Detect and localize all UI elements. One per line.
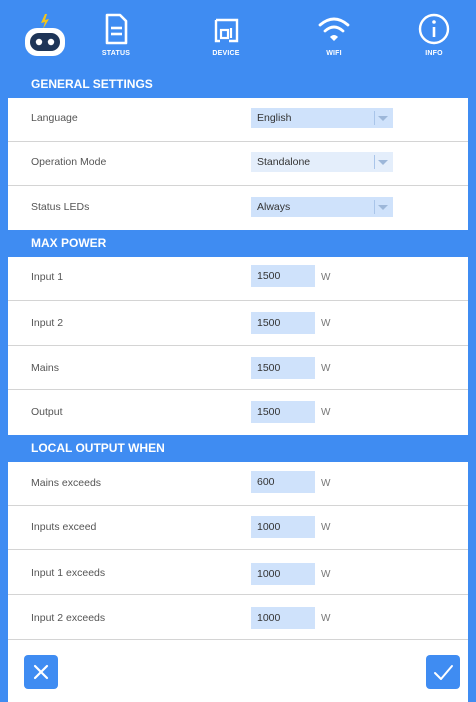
operation-mode-select-value: Standalone bbox=[257, 156, 311, 168]
device-icon bbox=[214, 18, 239, 43]
threshold-row-inputs-exceed: Inputs exceed W bbox=[8, 506, 468, 550]
mains-exceeds-field[interactable] bbox=[251, 471, 315, 493]
watt-unit: W bbox=[321, 363, 331, 374]
cancel-button[interactable] bbox=[24, 655, 58, 689]
watt-unit: W bbox=[321, 478, 331, 489]
nav-tab-wifi-label: WIFI bbox=[326, 50, 342, 57]
power-row-mains: Mains W bbox=[8, 346, 468, 390]
mains-exceeds-label: Mains exceeds bbox=[31, 477, 102, 489]
dropdown-arrow-icon bbox=[378, 160, 388, 165]
status-leds-label: Status LEDs bbox=[31, 201, 90, 213]
setting-row-operation-mode: Operation Mode Standalone bbox=[8, 142, 468, 186]
watt-unit: W bbox=[321, 569, 331, 580]
mains-label: Mains bbox=[31, 362, 60, 374]
section-header-local-output-when: LOCAL OUTPUT WHEN bbox=[8, 435, 468, 462]
select-divider bbox=[374, 155, 375, 169]
inputs-exceed-field[interactable] bbox=[251, 516, 315, 538]
section-header-general-settings: GENERAL SETTINGS bbox=[8, 71, 468, 98]
input2-label: Input 2 bbox=[31, 317, 64, 329]
output-max-power-field[interactable] bbox=[251, 401, 315, 423]
status-leds-select[interactable]: Always bbox=[251, 197, 393, 217]
dropdown-arrow-icon bbox=[378, 205, 388, 210]
inputs-exceed-label: Inputs exceed bbox=[31, 521, 97, 533]
document-icon bbox=[105, 13, 128, 45]
threshold-row-mains-exceeds: Mains exceeds W bbox=[8, 462, 468, 506]
info-icon bbox=[418, 13, 450, 45]
input2-max-power-field[interactable] bbox=[251, 312, 315, 334]
watt-unit: W bbox=[321, 318, 331, 329]
wifi-icon bbox=[318, 17, 350, 41]
output-label: Output bbox=[31, 406, 63, 418]
nav-tab-info[interactable]: INFO bbox=[394, 11, 474, 63]
dropdown-arrow-icon bbox=[378, 116, 388, 121]
watt-unit: W bbox=[321, 522, 331, 533]
robot-logo-icon bbox=[25, 14, 65, 56]
mains-max-power-field[interactable] bbox=[251, 357, 315, 379]
threshold-row-input1-exceeds: Input 1 exceeds W bbox=[8, 550, 468, 595]
nav-tab-status-label: STATUS bbox=[101, 50, 131, 57]
operation-mode-select[interactable]: Standalone bbox=[251, 152, 393, 172]
nav-tab-status[interactable]: STATUS bbox=[76, 11, 156, 63]
watt-unit: W bbox=[321, 272, 331, 283]
confirm-button[interactable] bbox=[426, 655, 460, 689]
input2-exceeds-label: Input 2 exceeds bbox=[31, 612, 106, 624]
select-divider bbox=[374, 200, 375, 214]
language-label: Language bbox=[31, 112, 78, 124]
section-header-max-power: MAX POWER bbox=[8, 230, 468, 257]
nav-tab-info-label: INFO bbox=[425, 50, 443, 57]
operation-mode-label: Operation Mode bbox=[31, 156, 107, 168]
select-divider bbox=[374, 111, 375, 125]
watt-unit: W bbox=[321, 613, 331, 624]
check-icon bbox=[434, 665, 453, 680]
setting-row-status-leds: Status LEDs Always bbox=[8, 186, 468, 230]
nav-tab-device[interactable]: DEVICE bbox=[186, 11, 266, 63]
input1-label: Input 1 bbox=[31, 271, 64, 283]
setting-row-language: Language English bbox=[8, 98, 468, 142]
input1-exceeds-label: Input 1 exceeds bbox=[31, 567, 106, 579]
threshold-row-input2-exceeds: Input 2 exceeds W bbox=[8, 595, 468, 640]
language-select-value: English bbox=[257, 112, 292, 124]
power-row-input1: Input 1 W bbox=[8, 257, 468, 301]
watt-unit: W bbox=[321, 407, 331, 418]
nav-tab-wifi[interactable]: WIFI bbox=[294, 11, 374, 63]
power-row-input2: Input 2 W bbox=[8, 301, 468, 346]
input1-max-power-field[interactable] bbox=[251, 265, 315, 287]
nav-tab-device-label: DEVICE bbox=[212, 50, 240, 57]
input2-exceeds-field[interactable] bbox=[251, 607, 315, 629]
power-row-output: Output W bbox=[8, 390, 468, 435]
top-nav-bar: STATUS DEVICE WIFI INFO bbox=[8, 0, 468, 71]
input1-exceeds-field[interactable] bbox=[251, 563, 315, 585]
language-select[interactable]: English bbox=[251, 108, 393, 128]
status-leds-select-value: Always bbox=[257, 201, 291, 213]
close-icon bbox=[33, 664, 49, 680]
